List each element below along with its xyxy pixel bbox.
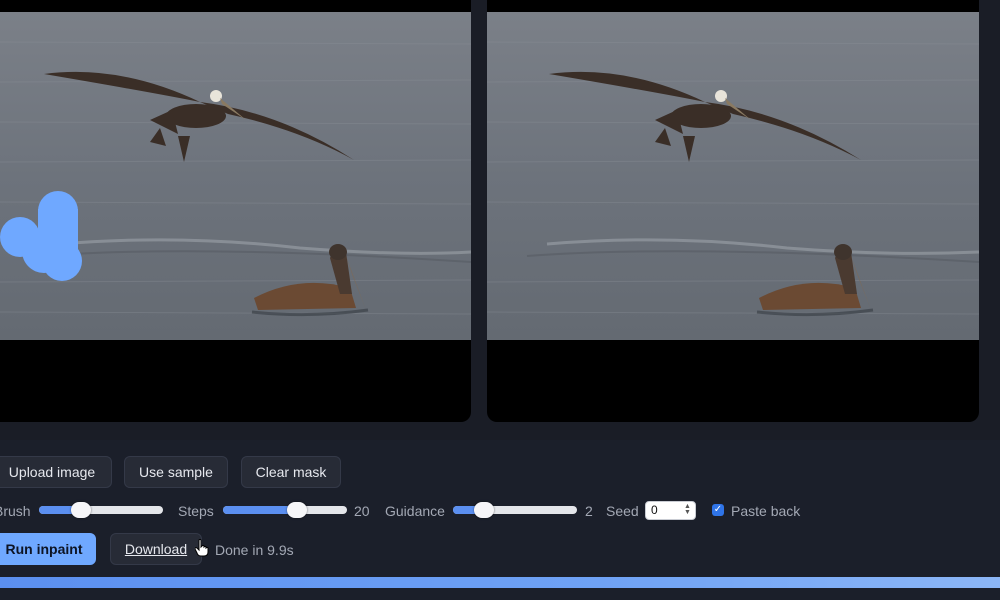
mask-editor-panel[interactable] [0, 0, 471, 422]
guidance-slider[interactable] [453, 502, 577, 518]
guidance-value: 2 [585, 503, 593, 519]
canvas-area [0, 0, 1000, 440]
steps-label: Steps [178, 503, 214, 519]
brush-slider[interactable] [39, 502, 163, 518]
seed-value: 0 [651, 503, 658, 517]
download-button[interactable]: Download [110, 533, 202, 565]
use-sample-button[interactable]: Use sample [124, 456, 228, 488]
steps-slider-fill [223, 506, 298, 514]
steps-slider-thumb[interactable] [287, 502, 308, 518]
clear-mask-button[interactable]: Clear mask [241, 456, 341, 488]
seed-label: Seed [606, 503, 639, 519]
brush-slider-thumb[interactable] [71, 502, 92, 518]
seed-input[interactable]: 0 ▲ ▼ [645, 501, 696, 520]
guidance-slider-thumb[interactable] [474, 502, 494, 518]
status-text: Done in 9.9s [215, 542, 294, 558]
result-panel [487, 0, 979, 422]
steps-value: 20 [354, 503, 370, 519]
result-photo [487, 12, 979, 340]
guidance-label: Guidance [385, 503, 445, 519]
upload-image-button[interactable]: Upload image [0, 456, 112, 488]
hand-pointer-icon [195, 539, 209, 557]
paste-back-checkbox[interactable]: ✓ [712, 504, 724, 516]
mask-stroke [0, 191, 82, 281]
steps-slider[interactable] [223, 502, 347, 518]
progress-bar [0, 577, 1000, 588]
run-inpaint-button[interactable]: Run inpaint [0, 533, 96, 565]
source-photo[interactable] [0, 12, 471, 340]
paste-back-label: Paste back [731, 503, 801, 519]
brush-label: Brush [0, 503, 31, 519]
seed-spinner-icon[interactable]: ▲ ▼ [683, 503, 692, 517]
